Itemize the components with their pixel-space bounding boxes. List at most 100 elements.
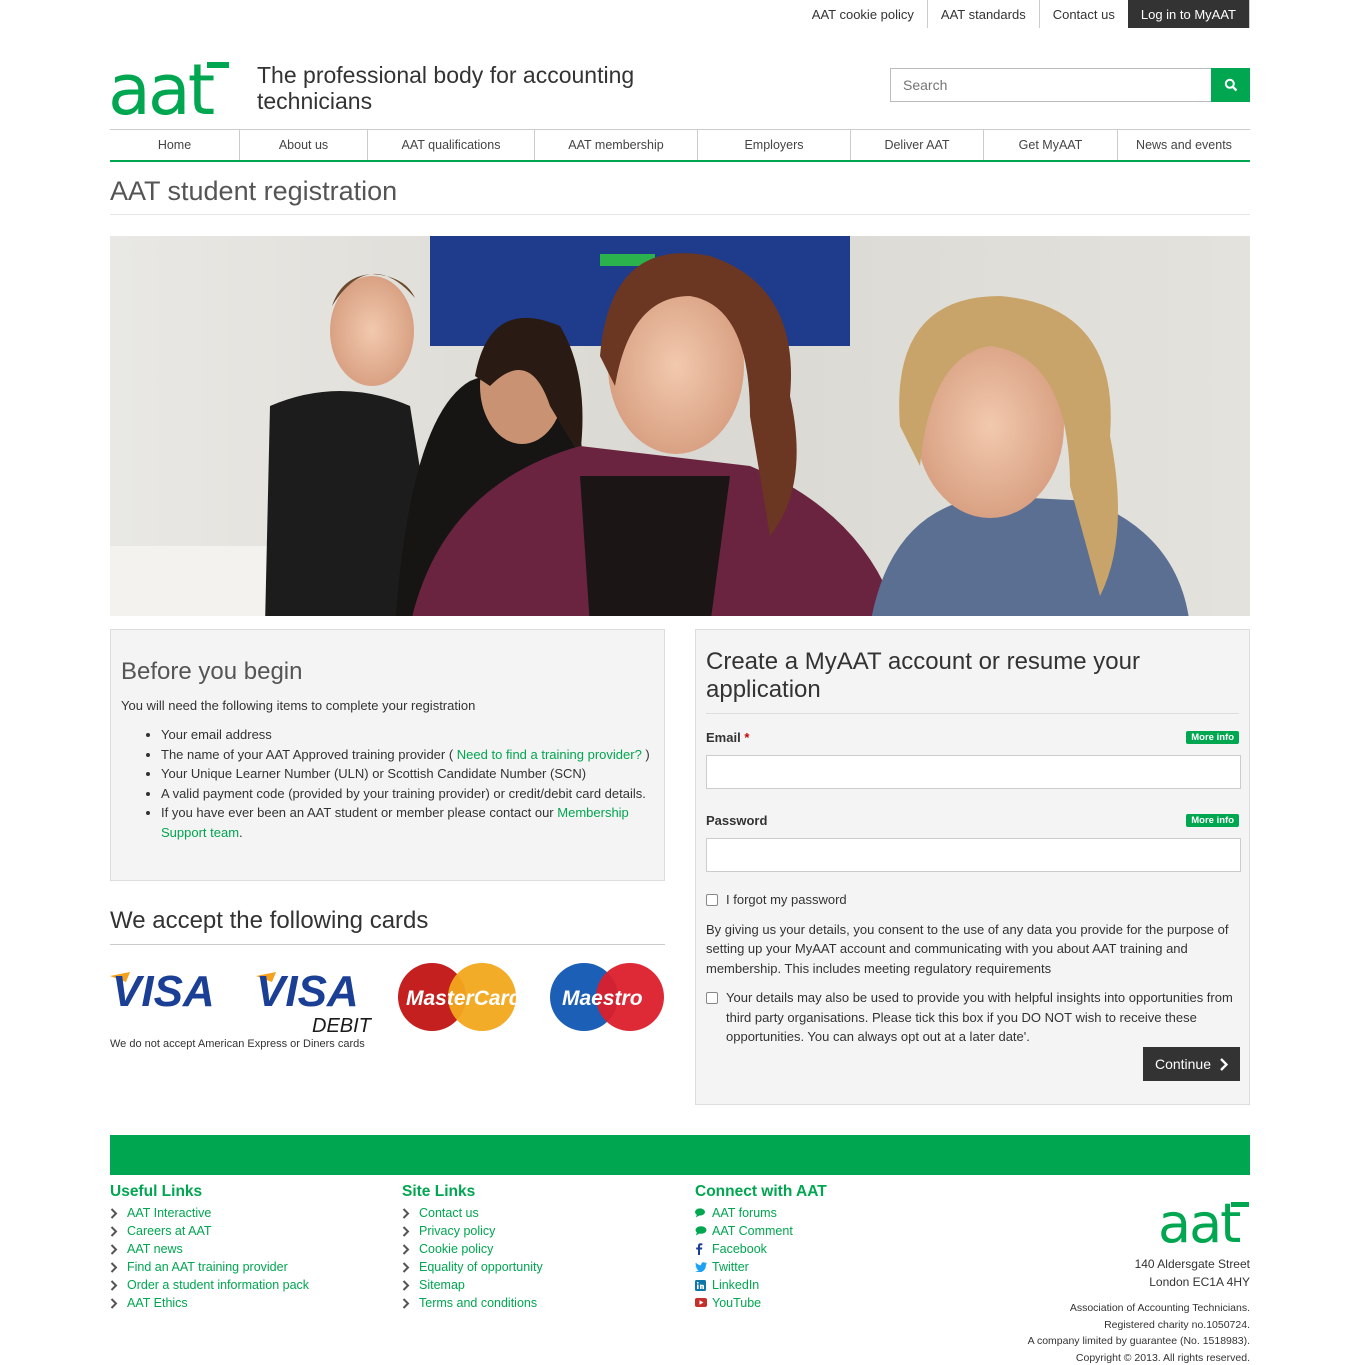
footer-aat-logo: aat [1158,1190,1250,1255]
footer-link[interactable]: Privacy policy [402,1222,543,1240]
password-field[interactable] [706,838,1241,872]
chevron-right-icon [402,1243,419,1255]
before-you-begin-panel: Before you begin You will need the follo… [110,629,665,881]
maestro-logo: Maestro [550,963,664,1031]
forgot-password-row: I forgot my password [706,890,1239,910]
email-field[interactable] [706,755,1241,789]
before-heading: Before you begin [121,658,303,685]
visa-logo: VISA [110,967,215,1016]
search-button[interactable] [1211,68,1250,102]
chevron-right-icon [110,1297,127,1309]
chevron-right-icon [110,1225,127,1237]
search-bar [890,68,1250,102]
footer-link[interactable]: Sitemap [402,1276,543,1294]
cards-heading: We accept the following cards [110,907,429,934]
footer-connect: Connect with AAT AAT forums AAT Comment … [695,1183,827,1312]
footer-link[interactable]: AAT news [110,1240,309,1258]
aat-standards-link[interactable]: AAT standards [928,0,1040,28]
footer-link[interactable]: Terms and conditions [402,1294,543,1312]
requirement-item: The name of your AAT Approved training p… [161,745,654,765]
site-links-heading: Site Links [402,1183,476,1200]
hero-students-photo [110,236,1250,616]
facebook-icon [695,1243,712,1255]
visa-debit-logo: VISA DEBIT [256,967,373,1037]
password-label: Password [706,813,768,828]
find-training-provider-link[interactable]: Need to find a training provider? [457,747,642,762]
consent-text: By giving us your details, you consent t… [706,921,1229,976]
requirement-item: Your email address [161,725,654,745]
chevron-right-icon [110,1243,127,1255]
useful-links-heading: Useful Links [110,1183,203,1200]
form-heading: Create a MyAAT account or resume your ap… [706,648,1239,714]
facebook-link[interactable]: Facebook [695,1240,827,1258]
chevron-right-icon [402,1297,419,1309]
comments-icon [695,1208,712,1218]
chevron-right-icon [402,1207,419,1219]
footer-useful-links: Useful Links AAT Interactive Careers at … [110,1183,309,1312]
connect-heading: Connect with AAT [695,1183,827,1200]
footer-site-links: Site Links Contact us Privacy policy Coo… [402,1183,543,1312]
main-nav: Home About us AAT qualifications AAT mem… [110,129,1250,162]
continue-button[interactable]: Continue [1142,1047,1240,1081]
cookie-policy-link[interactable]: AAT cookie policy [799,0,928,28]
chevron-right-icon [110,1207,127,1219]
footer-legal: Association of Accounting Technicians. R… [1027,1302,1250,1364]
chevron-right-icon [110,1261,127,1273]
nav-about-us[interactable]: About us [240,130,368,160]
twitter-icon [695,1262,712,1272]
footer-address: 140 Aldersgate Street London EC1A 4HY [1134,1257,1250,1289]
svg-text:aat: aat [1158,1192,1240,1246]
requirement-item: If you have ever been an AAT student or … [161,803,654,842]
chevron-right-icon [402,1279,419,1291]
title-divider [110,214,1250,215]
login-myaat-button[interactable]: Log in to MyAAT [1127,0,1250,28]
footer-link[interactable]: Equality of opportunity [402,1258,543,1276]
footer-link[interactable]: Cookie policy [402,1240,543,1258]
email-label-row: Email * More info [706,730,1239,745]
cards-divider [110,944,665,945]
email-more-info-button[interactable]: More info [1186,731,1239,744]
footer-link[interactable]: Careers at AAT [110,1222,309,1240]
search-icon [1224,78,1237,92]
comment-link[interactable]: AAT Comment [695,1222,827,1240]
footer-link[interactable]: Contact us [402,1204,543,1222]
forgot-password-label[interactable]: I forgot my password [726,890,847,910]
accepted-cards: VISA VISA DEBIT MasterCard Maestro [110,960,666,1040]
forums-link[interactable]: AAT forums [695,1204,827,1222]
nav-get-myaat[interactable]: Get MyAAT [984,130,1118,160]
nav-aat-qualifications[interactable]: AAT qualifications [368,130,535,160]
svg-text:DEBIT: DEBIT [312,1015,373,1037]
requirement-item: A valid payment code (provided by your t… [161,784,654,804]
footer-link[interactable]: Order a student information pack [110,1276,309,1294]
comment-icon [695,1226,712,1236]
requirements-list: Your email address The name of your AAT … [121,725,654,842]
linkedin-link[interactable]: LinkedIn [695,1276,827,1294]
footer-link[interactable]: AAT Interactive [110,1204,309,1222]
forgot-password-checkbox[interactable] [706,894,718,906]
nav-home[interactable]: Home [110,130,240,160]
search-input[interactable] [890,68,1211,102]
contact-us-link[interactable]: Contact us [1040,0,1128,28]
svg-text:VISA: VISA [256,967,359,1016]
chevron-right-icon [1220,1057,1228,1071]
optout-checkbox[interactable] [706,992,718,1004]
svg-text:Maestro: Maestro [562,987,643,1010]
svg-text:VISA: VISA [112,967,215,1016]
email-label: Email * [706,730,750,745]
nav-aat-membership[interactable]: AAT membership [535,130,698,160]
mastercard-logo: MasterCard [398,963,523,1031]
linkedin-icon [695,1279,712,1291]
twitter-link[interactable]: Twitter [695,1258,827,1276]
aat-logo[interactable]: aat [108,46,230,131]
myaat-account-form: Create a MyAAT account or resume your ap… [695,629,1250,1105]
password-more-info-button[interactable]: More info [1186,814,1239,827]
site-tagline: The professional body for accounting tec… [257,62,635,114]
youtube-link[interactable]: YouTube [695,1294,827,1312]
footer-link[interactable]: Find an AAT training provider [110,1258,309,1276]
nav-employers[interactable]: Employers [698,130,851,160]
chevron-right-icon [402,1225,419,1237]
footer-link[interactable]: AAT Ethics [110,1294,309,1312]
nav-deliver-aat[interactable]: Deliver AAT [851,130,984,160]
svg-text:aat: aat [110,49,214,118]
nav-news-and-events[interactable]: News and events [1118,130,1250,160]
